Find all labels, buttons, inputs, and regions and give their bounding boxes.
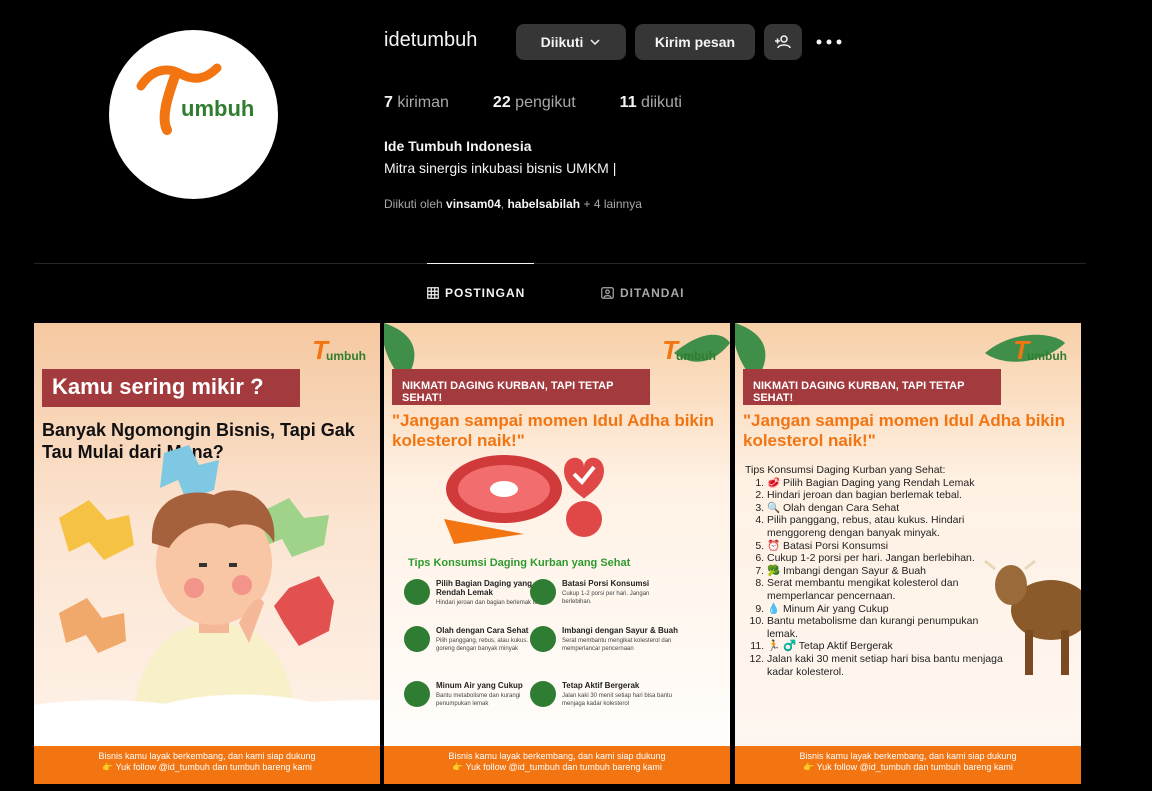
tip-title: Batasi Porsi Konsumsi (562, 579, 650, 588)
tip-icon (530, 626, 556, 652)
tab-posts-label: POSTINGAN (445, 286, 526, 300)
post-3-footer-line-1: Bisnis kamu layak berkembang, dan kami s… (799, 751, 1017, 761)
tip-title: Imbangi dengan Sayur & Buah (562, 626, 679, 635)
post-1-clouds (34, 666, 380, 746)
tab-tagged[interactable]: DITANDAI (601, 286, 684, 300)
post-2-footer: Bisnis kamu layak berkembang, dan kami s… (384, 746, 730, 784)
post-2-tip: Imbangi dengan Sayur & Buah Serat membant… (530, 626, 680, 653)
stat-followers-count: 22 (492, 94, 511, 111)
stat-following[interactable]: 11 diikuti (620, 94, 682, 112)
followed-by-separator: , (500, 197, 505, 211)
post-3-banner: NIKMATI DAGING KURBAN, TAPI TETAP SEHAT! (743, 369, 1001, 405)
post-3-list: Tips Konsumsi Daging Kurban yang Sehat: … (745, 464, 1005, 678)
stat-posts-label: kiriman (397, 94, 449, 111)
post-3-footer: Bisnis kamu layak berkembang, dan kami s… (735, 746, 1081, 784)
followed-by[interactable]: Diikuti oleh vinsam04, habelsabilah + 4 … (384, 197, 642, 211)
post-1-footer-line-2: 👉 Yuk follow @id_tumbuh dan tumbuh baren… (102, 762, 312, 772)
tip-icon (404, 626, 430, 652)
post-2-tips-title: Tips Konsumsi Daging Kurban yang Sehat (408, 557, 631, 569)
tip-icon (404, 579, 430, 605)
list-item: 🥩 Pilih Bagian Daging yang Rendah Lemak (767, 477, 1005, 490)
post-2-tip: Batasi Porsi Konsumsi Cukup 1-2 porsi per… (530, 579, 680, 606)
list-item: Serat membantu mengikat kolesterol dan m… (767, 577, 1005, 602)
profile-avatar[interactable]: T umbuh (109, 30, 278, 199)
post-brand-logo: Tumbuh (1013, 337, 1067, 363)
list-item: Bantu metabolisme dan kurangi penumpukan… (767, 615, 1005, 640)
stat-following-count: 11 (619, 94, 637, 111)
post-brand-logo: Tumbuh (662, 337, 716, 363)
tip-desc: Serat membantu mengikat kolesterol dan m… (562, 638, 672, 652)
tip-icon (530, 681, 556, 707)
following-button[interactable]: Diikuti (516, 24, 626, 60)
suggested-users-button[interactable] (764, 24, 802, 60)
profile-full-name: Ide Tumbuh Indonesia (384, 138, 532, 154)
stat-followers[interactable]: 22 pengikut (493, 94, 576, 112)
list-item: Jalan kaki 30 menit setiap hari bisa ban… (767, 653, 1005, 678)
post-2-quote: "Jangan sampai momen Idul Adha bikin kol… (392, 411, 714, 450)
logo-text: umbuh (181, 96, 254, 121)
post-1-footer: Bisnis kamu layak berkembang, dan kami s… (34, 746, 380, 784)
profile-username: idetumbuh (384, 29, 478, 51)
post-2-banner: NIKMATI DAGING KURBAN, TAPI TETAP SEHAT! (392, 369, 650, 405)
send-message-label: Kirim pesan (654, 34, 736, 50)
list-item: 🥦 Imbangi dengan Sayur & Buah (767, 565, 1005, 578)
post-thumbnail-3[interactable]: Tumbuh NIKMATI DAGING KURBAN, TAPI TETAP… (735, 323, 1081, 784)
profile-stats: 7 kiriman 22 pengikut 11 diikuti (384, 94, 726, 112)
tumbuh-logo: T umbuh (136, 63, 254, 135)
post-3-list-title: Tips Konsumsi Daging Kurban yang Sehat: (745, 464, 946, 476)
stat-posts: 7 kiriman (384, 94, 449, 112)
stat-followers-label: pengikut (515, 94, 576, 111)
list-item: Hindari jeroan dan bagian berlemak tebal… (767, 489, 1005, 502)
post-3-quote: "Jangan sampai momen Idul Adha bikin kol… (743, 411, 1065, 450)
more-options-button[interactable] (815, 28, 843, 56)
followed-by-user-1: vinsam04 (446, 197, 501, 211)
followed-by-user-2: habelsabilah (507, 197, 581, 211)
brand-rest: umbuh (1027, 349, 1067, 363)
tip-title: Tetap Aktif Bergerak (562, 681, 640, 690)
profile-bio: Mitra sinergis inkubasi bisnis UMKM | (384, 160, 617, 176)
stat-posts-count: 7 (384, 94, 393, 111)
tab-tagged-label: DITANDAI (620, 286, 685, 300)
post-1-footer-line-1: Bisnis kamu layak berkembang, dan kami s… (98, 751, 316, 761)
list-item: 💧 Minum Air yang Cukup (767, 603, 1005, 616)
brand-rest: umbuh (676, 349, 716, 363)
tip-icon (404, 681, 430, 707)
send-message-button[interactable]: Kirim pesan (635, 24, 755, 60)
list-item: ⏰ Batasi Porsi Konsumsi (767, 540, 1005, 553)
tip-desc: Jalan kaki 30 menit setiap hari bisa ban… (562, 693, 673, 707)
list-item: 🔍 Olah dengan Cara Sehat (767, 502, 1005, 515)
post-3-footer-line-2: 👉 Yuk follow @id_tumbuh dan tumbuh baren… (803, 762, 1013, 772)
meat-illustration (444, 455, 604, 544)
followed-by-more: + 4 lainnya (583, 197, 642, 211)
list-item: Pilih panggang, rebus, atau kukus. Hinda… (767, 514, 1005, 539)
followed-by-prefix: Diikuti oleh (384, 197, 443, 211)
tagged-icon (601, 287, 614, 299)
following-label: Diikuti (540, 34, 584, 50)
chevron-down-icon (590, 39, 600, 46)
stat-following-label: diikuti (641, 94, 682, 111)
add-person-icon (775, 35, 791, 49)
post-2-tip: Tetap Aktif Bergerak Jalan kaki 30 menit … (530, 681, 680, 708)
post-thumbnail-1[interactable]: Tumbuh Kamu sering mikir ? Banyak Ngomon… (34, 323, 380, 784)
active-tab-indicator (427, 263, 534, 264)
grid-icon (427, 287, 439, 299)
tabs-divider (34, 263, 1086, 264)
post-thumbnail-2[interactable]: Tumbuh NIKMATI DAGING KURBAN, TAPI TETAP… (384, 323, 730, 784)
list-item: 🏃 ♂️ Tetap Aktif Bergerak (767, 640, 1005, 653)
list-item: Cukup 1-2 porsi per hari. Jangan berlebi… (767, 552, 1005, 565)
tab-posts[interactable]: POSTINGAN (427, 286, 525, 300)
more-icon (816, 39, 842, 45)
post-2-footer-line-1: Bisnis kamu layak berkembang, dan kami s… (448, 751, 666, 761)
tip-icon (530, 579, 556, 605)
tip-desc: Cukup 1-2 porsi per hari. Jangan berlebi… (562, 591, 650, 605)
post-2-footer-line-2: 👉 Yuk follow @id_tumbuh dan tumbuh baren… (452, 762, 662, 772)
